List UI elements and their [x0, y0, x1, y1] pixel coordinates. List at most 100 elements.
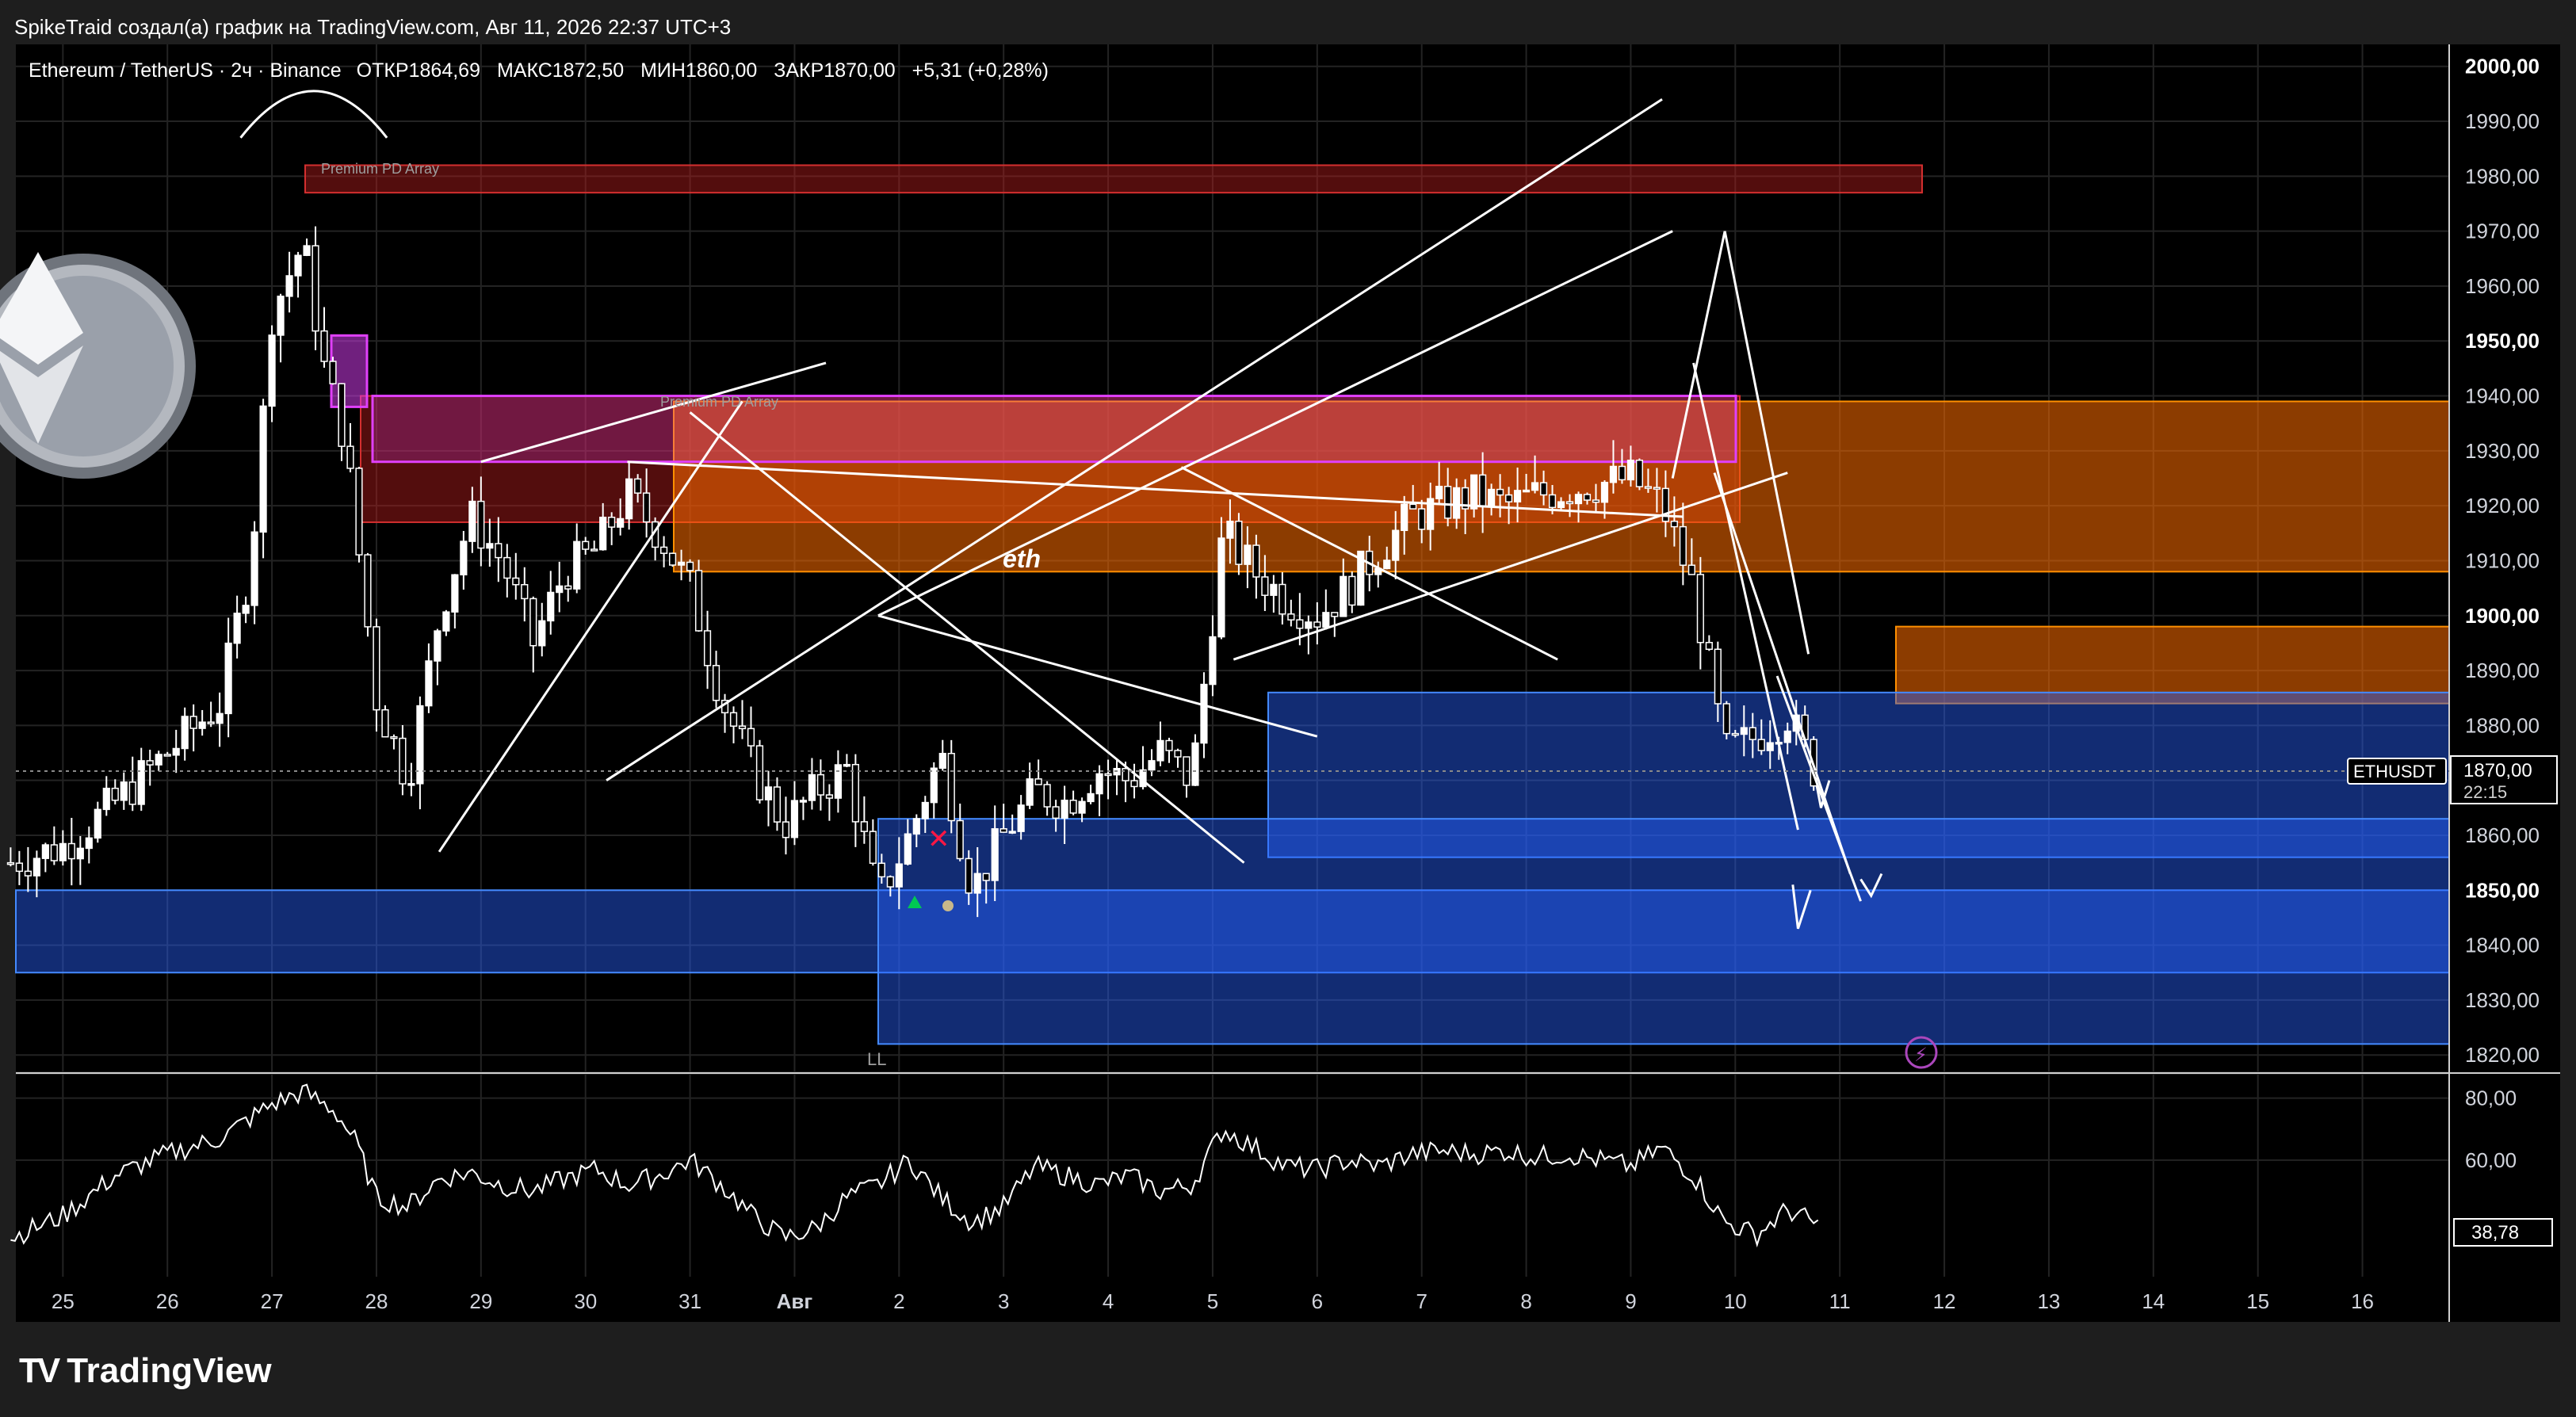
premium-pd-array-label-2: Premium PD Array: [660, 394, 778, 410]
symbol-tag-text: ETHUSDT: [2353, 762, 2436, 781]
candle-body: [643, 492, 651, 523]
premium-pd-array-label-1: Premium PD Array: [321, 161, 439, 177]
symbol-tag[interactable]: ETHUSDT: [2347, 758, 2447, 785]
candle-body: [921, 801, 929, 819]
candle-body: [1383, 560, 1391, 570]
legend-low: МИН1860,00: [640, 59, 757, 82]
legend-open: ОТКР1864,69: [357, 59, 480, 82]
candle-body: [1148, 760, 1156, 771]
candle-body: [233, 613, 241, 644]
candle-body: [851, 763, 859, 823]
candle-body: [947, 752, 955, 822]
candle-body: [1722, 703, 1730, 735]
candle-body: [259, 405, 267, 533]
candle-body: [582, 540, 590, 550]
candle-body: [1618, 465, 1626, 481]
time-tick-label: 11: [1829, 1289, 1851, 1313]
candle-body: [364, 554, 372, 628]
time-axis-background: [16, 1277, 2560, 1322]
tradingview-brand-text: TradingView: [67, 1351, 272, 1390]
candle-body: [1670, 521, 1678, 528]
candle-body: [669, 552, 677, 566]
candle-body: [1026, 778, 1034, 806]
candle-body: [1731, 732, 1739, 736]
candle-body: [1609, 465, 1618, 483]
candle-body: [747, 728, 755, 747]
candle-body: [1548, 494, 1557, 509]
candle-body: [85, 837, 93, 850]
legend-high: МАКС1872,50: [497, 59, 624, 82]
chart-area[interactable]: Premium PD Array Premium PD Array eth LL…: [0, 44, 2576, 1322]
candle-body: [808, 773, 816, 801]
candle-body: [1687, 564, 1695, 575]
candle-body: [1496, 488, 1504, 496]
candle-body: [1453, 487, 1461, 519]
time-tick-label: 14: [2142, 1289, 2165, 1313]
oscillator-tick-label: 80,00: [2465, 1087, 2517, 1110]
candle-body: [1095, 773, 1103, 795]
candle-body: [1557, 501, 1565, 509]
candle-body: [556, 585, 564, 594]
candle-body: [1444, 485, 1452, 519]
candle-body: [1278, 583, 1286, 615]
candle-body: [6, 861, 15, 865]
svg-text:⚡: ⚡: [1914, 1044, 1928, 1066]
zone-demand-blue: [877, 818, 2450, 1045]
candle-body: [224, 642, 232, 715]
candle-body: [617, 518, 625, 528]
order-block-magenta: [371, 395, 1737, 464]
oscillator-value-tag[interactable]: 38,78: [2453, 1218, 2553, 1247]
oscillator-pane-background: [16, 1075, 2449, 1277]
candle-body: [1043, 784, 1051, 808]
candle-body: [886, 876, 894, 888]
candle-body: [1653, 487, 1661, 490]
candle-body: [250, 531, 258, 606]
order-block-magenta-small: [330, 334, 369, 408]
candle-body: [1270, 583, 1278, 596]
candle-body: [294, 254, 302, 277]
candle-body: [102, 787, 110, 811]
candle-body: [460, 540, 468, 576]
candle-body: [311, 245, 319, 332]
candle-body: [869, 831, 877, 865]
time-tick-label: 8: [1520, 1289, 1531, 1313]
candle-body: [1409, 503, 1417, 510]
candle-body: [895, 863, 903, 888]
symbol-legend[interactable]: Ethereum / TetherUS · 2ч · Binance ОТКР1…: [29, 59, 1049, 82]
candle-body: [346, 445, 354, 469]
candle-body: [991, 828, 999, 881]
candle-body: [128, 781, 136, 805]
candle-body: [32, 857, 40, 877]
candle-body: [773, 786, 782, 823]
candle-body: [930, 767, 938, 804]
candle-body: [207, 721, 215, 724]
candle-body: [686, 561, 694, 571]
candle-body: [1592, 499, 1600, 503]
tradingview-logo[interactable]: TV TradingView: [19, 1347, 272, 1395]
time-tick-label: 9: [1625, 1289, 1636, 1313]
candle-body: [782, 821, 790, 838]
candle-body: [799, 800, 808, 803]
candle-body: [877, 862, 885, 878]
sell-signal-x-icon: ✕: [927, 823, 950, 855]
price-tick-label: 1970,00: [2465, 220, 2540, 243]
candle-body: [120, 781, 128, 801]
candle-body: [1522, 489, 1531, 493]
candle-body: [163, 754, 171, 757]
candle-body: [1313, 621, 1321, 628]
candle-body: [608, 516, 616, 528]
candle-body: [1348, 575, 1356, 606]
last-price-tag[interactable]: 1870,00 22:15: [2450, 755, 2558, 804]
candle-body: [1740, 727, 1748, 735]
candle-body: [729, 712, 738, 727]
candle-body: [1600, 481, 1609, 503]
candle-body: [1226, 521, 1234, 539]
candle-body: [1052, 806, 1060, 819]
price-tick-label: 1880,00: [2465, 713, 2540, 737]
time-tick-label: Авг: [777, 1289, 813, 1313]
candle-body: [1165, 739, 1173, 751]
candle-body: [320, 330, 328, 362]
candle-body: [67, 842, 75, 860]
candle-body: [938, 752, 946, 770]
price-tick-label: 1820,00: [2465, 1043, 2540, 1067]
